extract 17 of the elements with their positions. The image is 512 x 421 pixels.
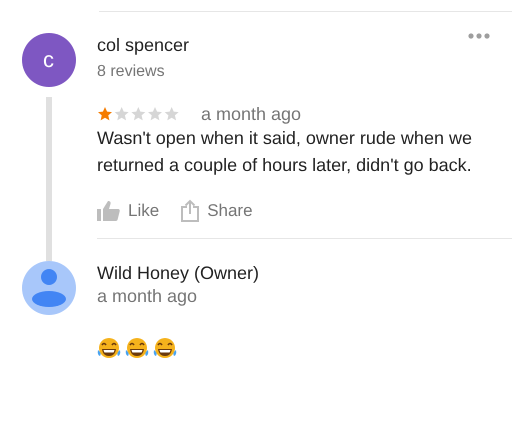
laughing-emoji-icon [153, 337, 177, 360]
like-button[interactable]: Like [97, 199, 160, 222]
reply-time: a month ago [97, 285, 198, 307]
review-time: a month ago [201, 103, 302, 125]
laughing-emoji-icon [97, 337, 121, 360]
more-icon[interactable] [468, 33, 490, 39]
share-icon [181, 199, 200, 222]
review-text: Wasn't open when it said, owner rude when we returned a couple of hours later, didn't go back. [97, 127, 473, 177]
share-button[interactable]: Share [181, 199, 253, 222]
author-name[interactable]: col spencer [97, 33, 190, 57]
avatar[interactable]: c [22, 33, 76, 87]
laughing-emoji-icon [125, 337, 149, 360]
person-icon [32, 269, 66, 307]
review-count: 8 reviews [97, 62, 166, 82]
thumbs-up-icon [97, 200, 120, 220]
avatar[interactable] [22, 261, 76, 315]
owner-name: Wild Honey (Owner) [97, 262, 260, 285]
